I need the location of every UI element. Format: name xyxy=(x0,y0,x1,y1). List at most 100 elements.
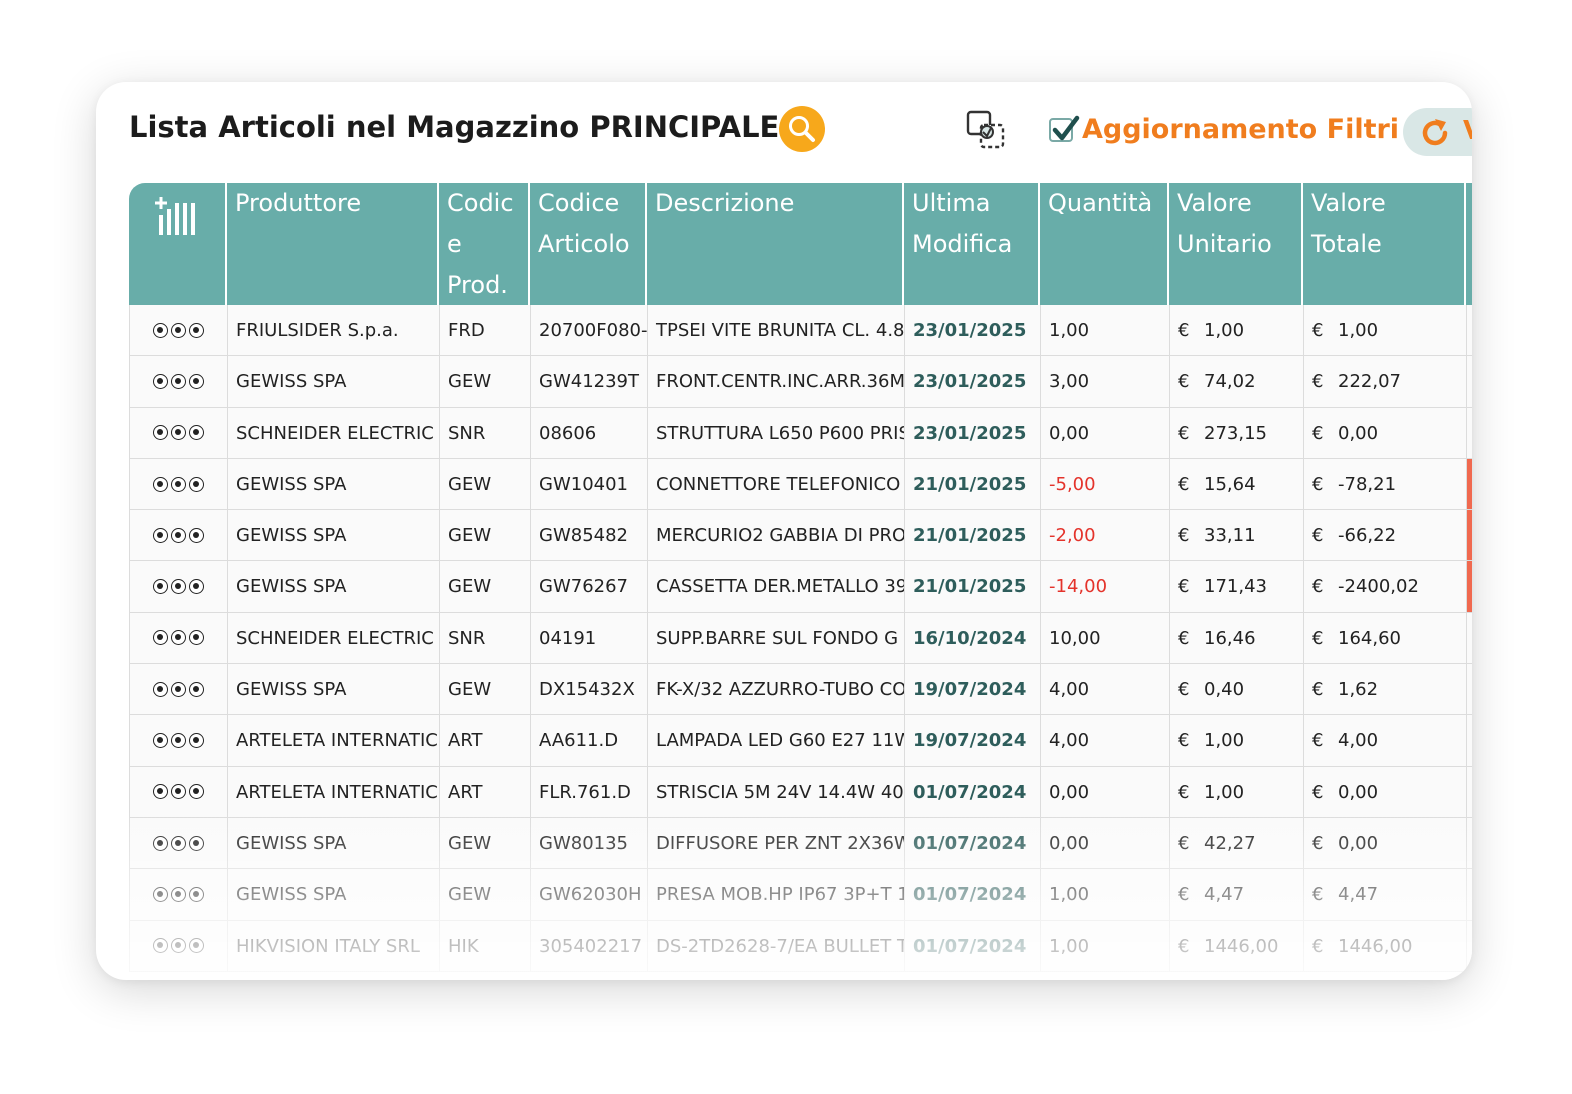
table-row[interactable]: GEWISS SPA GEW GW10401 CONNETTORE TELEFONIC… xyxy=(129,458,1472,511)
column-header-valore-unitario[interactable]: Valore Unitario xyxy=(1169,183,1303,305)
cell-quantita: 3,00 xyxy=(1041,356,1170,407)
articles-panel: Lista Articoli nel Magazzino PRINCIPALE … xyxy=(96,82,1472,980)
table-row[interactable]: HIKVISION ITALY SRL HIK 305402217 DS-2TD262… xyxy=(129,920,1472,972)
cell-value: 1,00 xyxy=(1204,781,1245,803)
auto-update-checkbox[interactable] xyxy=(1049,115,1080,142)
cell-codice-prod: SNR xyxy=(440,407,531,458)
cell-codice-prod: FRD xyxy=(440,305,531,356)
row-actions-button[interactable] xyxy=(130,458,228,510)
radio-dot-icon xyxy=(189,938,204,954)
radio-dot-icon xyxy=(171,681,186,697)
column-header-ultima-modifica[interactable]: Ultima Modifica xyxy=(904,183,1040,305)
cell-value: -2400,02 xyxy=(1338,576,1419,598)
row-actions-button[interactable] xyxy=(130,510,228,561)
column-header-extra xyxy=(1466,183,1472,305)
copy-icon xyxy=(966,110,1005,149)
cell-quantita: 0,00 xyxy=(1041,766,1170,817)
cell-codice-articolo: FLR.761.D xyxy=(531,766,648,817)
column-header-codice-prod[interactable]: Codic e Prod. xyxy=(439,183,530,305)
cell-valore-totale: €1,62 xyxy=(1304,664,1467,715)
row-actions-button[interactable] xyxy=(130,561,228,612)
cell-descrizione: CASSETTA DER.METALLO 392 xyxy=(648,561,905,612)
cell-ultima-modifica: 01/07/2024 xyxy=(905,920,1041,971)
cell-valore-unitario: €273,15 xyxy=(1170,407,1304,458)
row-actions-button[interactable] xyxy=(130,305,228,356)
currency-symbol: € xyxy=(1312,320,1324,341)
search-button[interactable] xyxy=(779,106,825,152)
row-actions-button[interactable] xyxy=(130,869,228,920)
cell-ultima-modifica: 21/01/2025 xyxy=(905,458,1041,510)
currency-symbol: € xyxy=(1312,935,1324,957)
column-header-produttore[interactable]: Produttore xyxy=(227,183,439,305)
cell-valore-totale: € -2400,02 xyxy=(1304,561,1467,612)
table-row[interactable]: GEWISS SPA GEW GW85482 MERCURIO2 GABBIA DI … xyxy=(129,510,1472,562)
cell-valore-unitario: €33,11 xyxy=(1170,510,1304,561)
cell-codice-articolo: 20700F080- xyxy=(531,305,648,356)
column-header-valore-totale[interactable]: Valore Totale xyxy=(1303,183,1466,305)
table-row[interactable]: ARTELETA INTERNATIC ART FLR.761.D STRISCIA … xyxy=(129,766,1472,818)
row-actions-button[interactable] xyxy=(130,817,228,869)
column-header-quantita[interactable]: Quantità xyxy=(1040,183,1169,305)
cell-valore-unitario: €1,00 xyxy=(1170,305,1304,356)
radio-dot-icon xyxy=(171,579,186,595)
cell-value: -66,22 xyxy=(1338,525,1397,547)
column-header-codice-articolo[interactable]: Codice Articolo xyxy=(530,183,647,305)
row-actions-button[interactable] xyxy=(130,356,228,407)
cell-produttore: GEWISS SPA xyxy=(228,561,440,612)
check-icon xyxy=(1052,115,1080,140)
radio-dot-icon xyxy=(171,476,186,492)
table-row[interactable]: GEWISS SPA GEW GW80135 DIFFUSORE PER ZNT 2X… xyxy=(129,817,1472,870)
articles-table: Produttore Codic e Prod. Codice Articolo… xyxy=(129,183,1472,980)
table-row[interactable]: GEWISS SPA GEW DX15432X FK-X/32 AZZURRO-TUB… xyxy=(129,664,1472,716)
currency-symbol: € xyxy=(1312,884,1324,906)
table-row[interactable]: ARTELETA INTERNATIC ART AA611.D LAMPADA LED… xyxy=(129,715,1472,767)
cell-value: 1,62 xyxy=(1338,679,1379,701)
row-actions-button[interactable] xyxy=(130,664,228,715)
cell-codice-articolo: GW76267 xyxy=(531,561,648,612)
currency-symbol: € xyxy=(1312,371,1324,393)
row-actions-button[interactable] xyxy=(130,612,228,664)
cell-produttore: GEWISS SPA xyxy=(228,458,440,510)
row-actions-button[interactable] xyxy=(130,766,228,817)
table-row[interactable]: GEWISS SPA GEW GW41239T FRONT.CENTR.INC.ARR… xyxy=(129,356,1472,408)
cell-ultima-modifica: 19/07/2024 xyxy=(905,664,1041,715)
cell-produttore: ARTELETA INTERNATIC xyxy=(228,766,440,817)
row-actions-button[interactable] xyxy=(130,407,228,458)
cell-value: 1446,00 xyxy=(1204,935,1279,957)
cell-value: 0,40 xyxy=(1204,679,1245,701)
cell-value: 33,11 xyxy=(1204,525,1256,547)
cell-ultima-modifica: 23/01/2025 xyxy=(905,407,1041,458)
copy-filters-button[interactable] xyxy=(964,108,1010,154)
cell-quantita: 10,00 xyxy=(1041,612,1170,664)
cell-ultima-modifica: 19/07/2024 xyxy=(905,715,1041,766)
cell-descrizione: FK-X/32 AZZURRO-TUBO COE xyxy=(648,664,905,715)
cell-valore-totale: € -66,22 xyxy=(1304,510,1467,561)
currency-symbol: € xyxy=(1178,473,1190,495)
column-chooser-button[interactable] xyxy=(129,183,227,305)
cell-descrizione: CONNETTORE TELEFONICO R xyxy=(648,458,905,510)
currency-symbol: € xyxy=(1178,935,1190,957)
table-row[interactable]: GEWISS SPA GEW GW76267 CASSETTA DER.METALLO… xyxy=(129,561,1472,613)
row-actions-button[interactable] xyxy=(130,920,228,971)
cell-codice-prod: ART xyxy=(440,715,531,766)
cell-value: 273,15 xyxy=(1204,422,1267,444)
refresh-button[interactable]: V xyxy=(1403,108,1472,156)
cell-value: 1,00 xyxy=(1204,730,1245,752)
currency-symbol: € xyxy=(1312,730,1324,752)
cell-quantita: 1,00 xyxy=(1041,869,1170,920)
table-row[interactable]: FRIULSIDER S.p.a. FRD 20700F080- TPSEI VITE… xyxy=(129,305,1472,357)
table-row[interactable]: GEWISS SPA GEW GW62030H PRESA MOB.HP IP67 3… xyxy=(129,869,1472,921)
cell-value: 0,00 xyxy=(1338,832,1379,854)
cell-produttore: SCHNEIDER ELECTRIC S xyxy=(228,612,440,664)
search-icon xyxy=(789,116,815,142)
auto-update-filters[interactable]: Aggiornamento Filtri xyxy=(1049,114,1399,145)
currency-symbol: € xyxy=(1178,320,1190,341)
columns-icon xyxy=(155,197,195,235)
currency-symbol: € xyxy=(1178,371,1190,393)
radio-dot-icon xyxy=(153,784,168,800)
table-row[interactable]: SCHNEIDER ELECTRIC S SNR 04191 SUPP.BARRE S… xyxy=(129,612,1472,665)
row-actions-button[interactable] xyxy=(130,715,228,766)
table-row[interactable]: SCHNEIDER ELECTRIC S SNR 08606 STRUTTURA L6… xyxy=(129,407,1472,459)
column-header-descrizione[interactable]: Descrizione xyxy=(647,183,904,305)
radio-dot-icon xyxy=(189,373,204,389)
